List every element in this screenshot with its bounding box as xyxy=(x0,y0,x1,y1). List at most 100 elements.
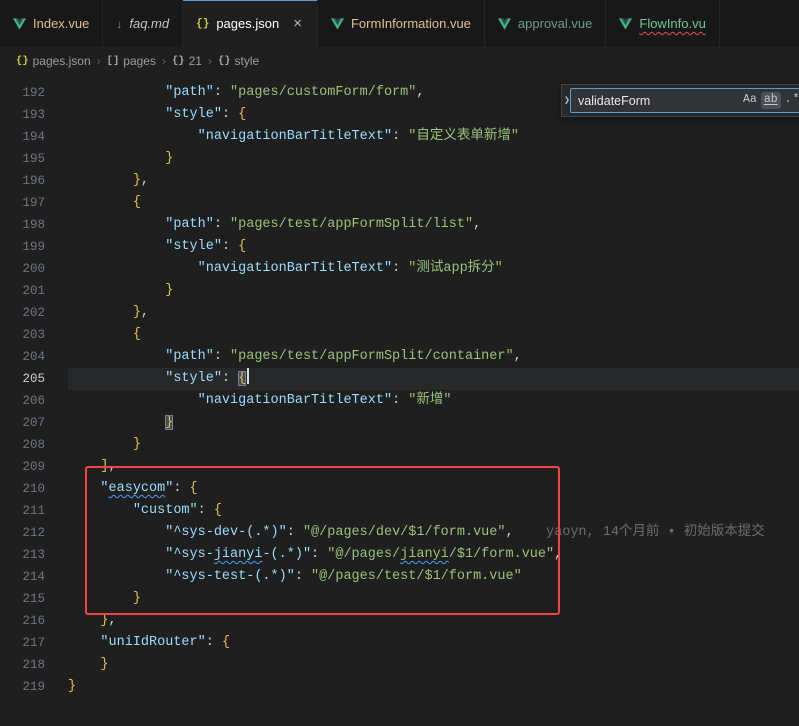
indent xyxy=(68,569,165,584)
line-number[interactable]: 218 xyxy=(0,654,68,676)
code-line-214[interactable]: 214 "^sys-test-(.*)": "@/pages/test/$1/f… xyxy=(0,566,799,588)
line-number[interactable]: 199 xyxy=(0,236,68,258)
tab-label: pages.json xyxy=(216,16,279,31)
json-key: "path" xyxy=(165,85,214,100)
line-number[interactable]: 204 xyxy=(0,346,68,368)
indent xyxy=(68,107,165,122)
line-number[interactable]: 192 xyxy=(0,82,68,104)
code-line-218[interactable]: 218 } xyxy=(0,654,799,676)
code-line-213[interactable]: 213 "^sys-jianyi-(.*)": "@/pages/jianyi/… xyxy=(0,544,799,566)
breadcrumb-item-21[interactable]: {}21 xyxy=(172,54,202,68)
punctuation: , xyxy=(514,349,522,364)
punctuation: , xyxy=(554,547,562,562)
line-number[interactable]: 206 xyxy=(0,390,68,412)
tab-pages.json[interactable]: {}pages.json× xyxy=(183,0,318,47)
breadcrumb-item-pages.json[interactable]: {}pages.json xyxy=(16,54,91,68)
line-content: "path": "pages/test/appFormSplit/contain… xyxy=(68,346,799,368)
code-line-203[interactable]: 203 { xyxy=(0,324,799,346)
json-string: "@/pages/dev/$1/form.vue" xyxy=(303,525,506,540)
tab-FlowInfo.vu[interactable]: FlowInfo.vu xyxy=(606,0,719,47)
line-number[interactable]: 213 xyxy=(0,544,68,566)
line-number[interactable]: 197 xyxy=(0,192,68,214)
line-number[interactable]: 195 xyxy=(0,148,68,170)
breadcrumb-item-pages[interactable]: []pages xyxy=(107,54,156,68)
indent xyxy=(68,415,165,430)
json-key: "^sys- xyxy=(165,547,214,562)
code-line-207[interactable]: 207 } xyxy=(0,412,799,434)
line-number[interactable]: 216 xyxy=(0,610,68,632)
line-content: "^sys-jianyi-(.*)": "@/pages/jianyi/$1/f… xyxy=(68,544,799,566)
line-number[interactable]: 207 xyxy=(0,412,68,434)
code-line-198[interactable]: 198 "path": "pages/test/appFormSplit/lis… xyxy=(0,214,799,236)
line-number[interactable]: 211 xyxy=(0,500,68,522)
code-line-201[interactable]: 201 } xyxy=(0,280,799,302)
line-number[interactable]: 200 xyxy=(0,258,68,280)
indent xyxy=(68,635,100,650)
code-line-197[interactable]: 197 { xyxy=(0,192,799,214)
line-number[interactable]: 202 xyxy=(0,302,68,324)
search-input[interactable] xyxy=(578,94,739,108)
code-line-212[interactable]: 212 "^sys-dev-(.*)": "@/pages/dev/$1/for… xyxy=(0,522,799,544)
tab-FormInformation.vue[interactable]: FormInformation.vue xyxy=(318,0,485,47)
code-line-199[interactable]: 199 "style": { xyxy=(0,236,799,258)
find-widget: ❯ Aa ab .* xyxy=(561,84,799,117)
tab-faq.md[interactable]: ↓faq.md xyxy=(103,0,183,47)
line-number[interactable]: 210 xyxy=(0,478,68,500)
json-key: "style" xyxy=(165,371,222,386)
bracket: { xyxy=(190,481,198,496)
line-content: }, xyxy=(68,610,799,632)
json-string: "自定义表单新增" xyxy=(408,129,519,144)
json-key: "^sys-dev-(.*)" xyxy=(165,525,287,540)
tab-Index.vue[interactable]: Index.vue xyxy=(0,0,103,47)
line-content: "navigationBarTitleText": "测试app拆分" xyxy=(68,258,799,280)
regex-icon[interactable]: .* xyxy=(782,92,799,109)
code-line-196[interactable]: 196 }, xyxy=(0,170,799,192)
punctuation: : xyxy=(392,261,408,276)
tab-approval.vue[interactable]: approval.vue xyxy=(485,0,606,47)
json-key: "custom" xyxy=(133,503,198,518)
line-content: "uniIdRouter": { xyxy=(68,632,799,654)
close-icon[interactable]: × xyxy=(291,16,304,31)
line-number[interactable]: 193 xyxy=(0,104,68,126)
line-number[interactable]: 198 xyxy=(0,214,68,236)
breadcrumb-item-style[interactable]: {}style xyxy=(218,54,259,68)
code-line-216[interactable]: 216 }, xyxy=(0,610,799,632)
line-number[interactable]: 196 xyxy=(0,170,68,192)
line-number[interactable]: 219 xyxy=(0,676,68,698)
line-number[interactable]: 212 xyxy=(0,522,68,544)
bracket: } xyxy=(133,591,141,606)
code-line-195[interactable]: 195 } xyxy=(0,148,799,170)
line-number[interactable]: 205 xyxy=(0,368,68,390)
line-number[interactable]: 208 xyxy=(0,434,68,456)
indent xyxy=(68,129,198,144)
code-line-205[interactable]: 205 "style": { xyxy=(0,368,799,390)
code-line-209[interactable]: 209 ], xyxy=(0,456,799,478)
line-number[interactable]: 217 xyxy=(0,632,68,654)
line-number[interactable]: 209 xyxy=(0,456,68,478)
line-number[interactable]: 215 xyxy=(0,588,68,610)
line-number[interactable]: 194 xyxy=(0,126,68,148)
code-line-202[interactable]: 202 }, xyxy=(0,302,799,324)
code-line-211[interactable]: 211 "custom": { xyxy=(0,500,799,522)
match-case-icon[interactable]: Aa xyxy=(740,92,760,109)
whole-word-icon[interactable]: ab xyxy=(761,92,781,109)
indent xyxy=(68,151,165,166)
line-number[interactable]: 203 xyxy=(0,324,68,346)
code-line-204[interactable]: 204 "path": "pages/test/appFormSplit/con… xyxy=(0,346,799,368)
code-line-215[interactable]: 215 } xyxy=(0,588,799,610)
code-line-194[interactable]: 194 "navigationBarTitleText": "自定义表单新增" xyxy=(0,126,799,148)
line-content: } xyxy=(68,588,799,610)
code-line-206[interactable]: 206 "navigationBarTitleText": "新增" xyxy=(0,390,799,412)
indent xyxy=(68,371,165,386)
line-number[interactable]: 201 xyxy=(0,280,68,302)
code-line-219[interactable]: 219} xyxy=(0,676,799,698)
code-line-210[interactable]: 210 "easycom": { xyxy=(0,478,799,500)
bracket-match: } xyxy=(165,415,173,430)
json-symbol-icon: {} xyxy=(16,55,29,67)
code-line-200[interactable]: 200 "navigationBarTitleText": "测试app拆分" xyxy=(0,258,799,280)
punctuation: : xyxy=(214,85,230,100)
line-number[interactable]: 214 xyxy=(0,566,68,588)
code-line-208[interactable]: 208 } xyxy=(0,434,799,456)
code-line-217[interactable]: 217 "uniIdRouter": { xyxy=(0,632,799,654)
tab-label: FormInformation.vue xyxy=(351,16,471,31)
